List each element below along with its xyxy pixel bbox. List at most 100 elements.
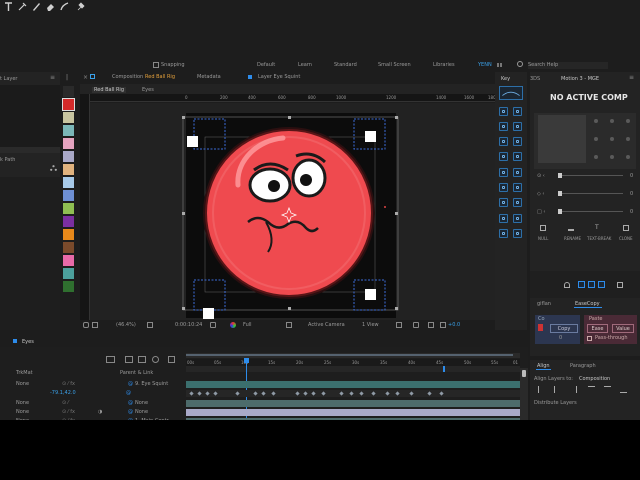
ease-out-icon[interactable] bbox=[513, 107, 522, 116]
rename-button[interactable]: RENAME bbox=[564, 236, 581, 242]
3d-draft-icon[interactable] bbox=[428, 322, 434, 328]
time-ruler[interactable]: 00s 05s 10s 15s 20s 25s 30s 35s 40s 45s … bbox=[186, 359, 520, 366]
panel-menu-icon[interactable]: ≡ bbox=[50, 75, 56, 81]
keyframe-shift-icon[interactable] bbox=[499, 198, 508, 207]
workspace-small-screen[interactable]: Small Screen bbox=[378, 62, 411, 68]
snapshot-icon[interactable] bbox=[210, 322, 216, 328]
exposure-value[interactable]: +0.0 bbox=[448, 322, 460, 328]
zoom-dropdown[interactable]: (46.4%) bbox=[116, 322, 136, 328]
workspace-libraries[interactable]: Libraries bbox=[433, 62, 455, 68]
workspace-yenn[interactable]: YENN bbox=[478, 62, 492, 68]
channel-icon[interactable] bbox=[230, 322, 236, 328]
switch-icon[interactable] bbox=[106, 356, 115, 363]
swatch[interactable] bbox=[63, 151, 74, 162]
motion-tab[interactable]: Motion 3 - MGE bbox=[561, 76, 599, 82]
key-tab[interactable]: Key bbox=[501, 76, 510, 82]
swatch[interactable] bbox=[63, 242, 74, 253]
align-mode-icon[interactable] bbox=[578, 281, 585, 288]
layer-bar[interactable] bbox=[186, 400, 520, 407]
roving-icon[interactable] bbox=[513, 152, 522, 161]
swatch[interactable] bbox=[63, 138, 74, 149]
swatch[interactable] bbox=[63, 229, 74, 240]
safe-zones-icon[interactable] bbox=[147, 322, 153, 328]
keyframe-align-icon[interactable] bbox=[513, 183, 522, 192]
align-top-icon[interactable] bbox=[588, 386, 595, 393]
roi-icon[interactable] bbox=[286, 322, 292, 328]
align-left-icon[interactable] bbox=[538, 386, 545, 393]
anchor-point-grid[interactable] bbox=[592, 117, 632, 163]
comp-tab-prefix[interactable]: Composition bbox=[112, 74, 143, 80]
anchor-preview[interactable] bbox=[538, 115, 586, 163]
frame-blend-icon[interactable] bbox=[168, 356, 175, 363]
trkmat-dropdown[interactable]: None bbox=[16, 380, 29, 389]
property-value[interactable]: -79.1,42.0 bbox=[50, 389, 76, 398]
swatch-selected[interactable] bbox=[62, 98, 75, 111]
ease-both-icon[interactable] bbox=[499, 122, 508, 131]
grid-icon[interactable] bbox=[92, 322, 98, 328]
key-graph-icon[interactable] bbox=[499, 86, 523, 100]
trkmat-dropdown[interactable]: None bbox=[16, 408, 29, 417]
eraser-tool-icon[interactable] bbox=[45, 1, 56, 12]
align-to-dropdown[interactable]: Composition bbox=[579, 376, 634, 383]
align-right-icon[interactable] bbox=[570, 386, 577, 393]
parent-dropdown[interactable]: 9. Eye Squint bbox=[135, 380, 168, 389]
keyframe-nudge-icon[interactable] bbox=[513, 198, 522, 207]
layer-row[interactable]: None ⊙ ⁄ @ None bbox=[0, 399, 186, 408]
keyframe-scale-icon[interactable] bbox=[499, 214, 508, 223]
motion-blur-icon[interactable] bbox=[138, 356, 146, 363]
layer-switches[interactable]: ⊙ ⁄ fx bbox=[62, 380, 75, 389]
rename-icon[interactable] bbox=[568, 225, 574, 231]
brush-tool-icon[interactable] bbox=[31, 1, 42, 12]
swatch[interactable] bbox=[63, 164, 74, 175]
swatch[interactable] bbox=[63, 112, 74, 123]
playhead-handle[interactable] bbox=[244, 358, 249, 363]
parent-dropdown[interactable]: None bbox=[135, 399, 148, 408]
null-icon[interactable] bbox=[540, 225, 546, 231]
scroll-thumb[interactable] bbox=[522, 370, 526, 377]
giflan-tab[interactable]: giflan bbox=[537, 301, 551, 307]
parent-pickwhip-icon[interactable]: @ bbox=[128, 380, 133, 389]
layer-tab[interactable]: Layer Eye Squint bbox=[258, 74, 300, 80]
parent-pickwhip-icon[interactable]: @ bbox=[128, 408, 133, 417]
value-button[interactable]: Value bbox=[612, 324, 634, 333]
swatch[interactable] bbox=[63, 255, 74, 266]
property-pickwhip-icon[interactable]: @ bbox=[126, 389, 131, 398]
puppet-pin-icon[interactable] bbox=[75, 1, 86, 12]
property-row[interactable]: -79.1,42.0 @ bbox=[0, 389, 186, 398]
network-icon[interactable] bbox=[50, 165, 57, 171]
layer-row[interactable]: None ⊙ ⁄ fx @ 9. Eye Squint bbox=[0, 380, 186, 389]
keyframe-paste-icon[interactable] bbox=[513, 168, 522, 177]
breadcrumb-eyes[interactable]: Eyes bbox=[142, 87, 154, 93]
swatch[interactable] bbox=[63, 125, 74, 136]
text-break-icon[interactable]: T bbox=[595, 225, 599, 231]
keyframe-select-icon[interactable] bbox=[499, 229, 508, 238]
layer-bar[interactable] bbox=[186, 381, 520, 388]
swatch[interactable] bbox=[63, 268, 74, 279]
snapping-checkbox[interactable] bbox=[153, 62, 159, 68]
swatch-menu-icon[interactable]: | bbox=[66, 75, 68, 81]
preview-icon[interactable] bbox=[83, 322, 89, 328]
workspace-default[interactable]: Default bbox=[257, 62, 275, 68]
align-vcenter-icon[interactable] bbox=[604, 386, 611, 393]
camera-dropdown[interactable]: Active Camera bbox=[308, 322, 345, 328]
workspace-overflow-icon[interactable] bbox=[497, 63, 502, 67]
swatch[interactable] bbox=[63, 190, 74, 201]
metadata-tab[interactable]: Metadata bbox=[197, 74, 221, 80]
text-break-button[interactable]: TEXT-BREAK bbox=[587, 236, 611, 242]
parent-dropdown[interactable]: None bbox=[135, 408, 148, 417]
resolution-dropdown[interactable]: Full bbox=[243, 322, 252, 328]
slider-track[interactable] bbox=[558, 211, 623, 212]
comp-viewer[interactable] bbox=[90, 103, 495, 320]
fast-preview-icon[interactable] bbox=[413, 322, 419, 328]
hold-icon[interactable] bbox=[499, 137, 508, 146]
swatch[interactable] bbox=[63, 216, 74, 227]
null-button[interactable]: NULL bbox=[538, 236, 548, 242]
slider-handle[interactable] bbox=[558, 209, 562, 214]
3ds-tab[interactable]: 3DS bbox=[530, 76, 540, 82]
timeline-tab[interactable]: Eyes bbox=[22, 339, 34, 345]
layer-bar[interactable] bbox=[186, 409, 520, 416]
panel-menu-icon[interactable]: ≡ bbox=[629, 75, 634, 81]
current-time[interactable]: 0:00:10:24 bbox=[175, 322, 202, 328]
layer-switches[interactable]: ⊙ ⁄ bbox=[62, 399, 69, 408]
work-area-range[interactable] bbox=[186, 354, 513, 356]
